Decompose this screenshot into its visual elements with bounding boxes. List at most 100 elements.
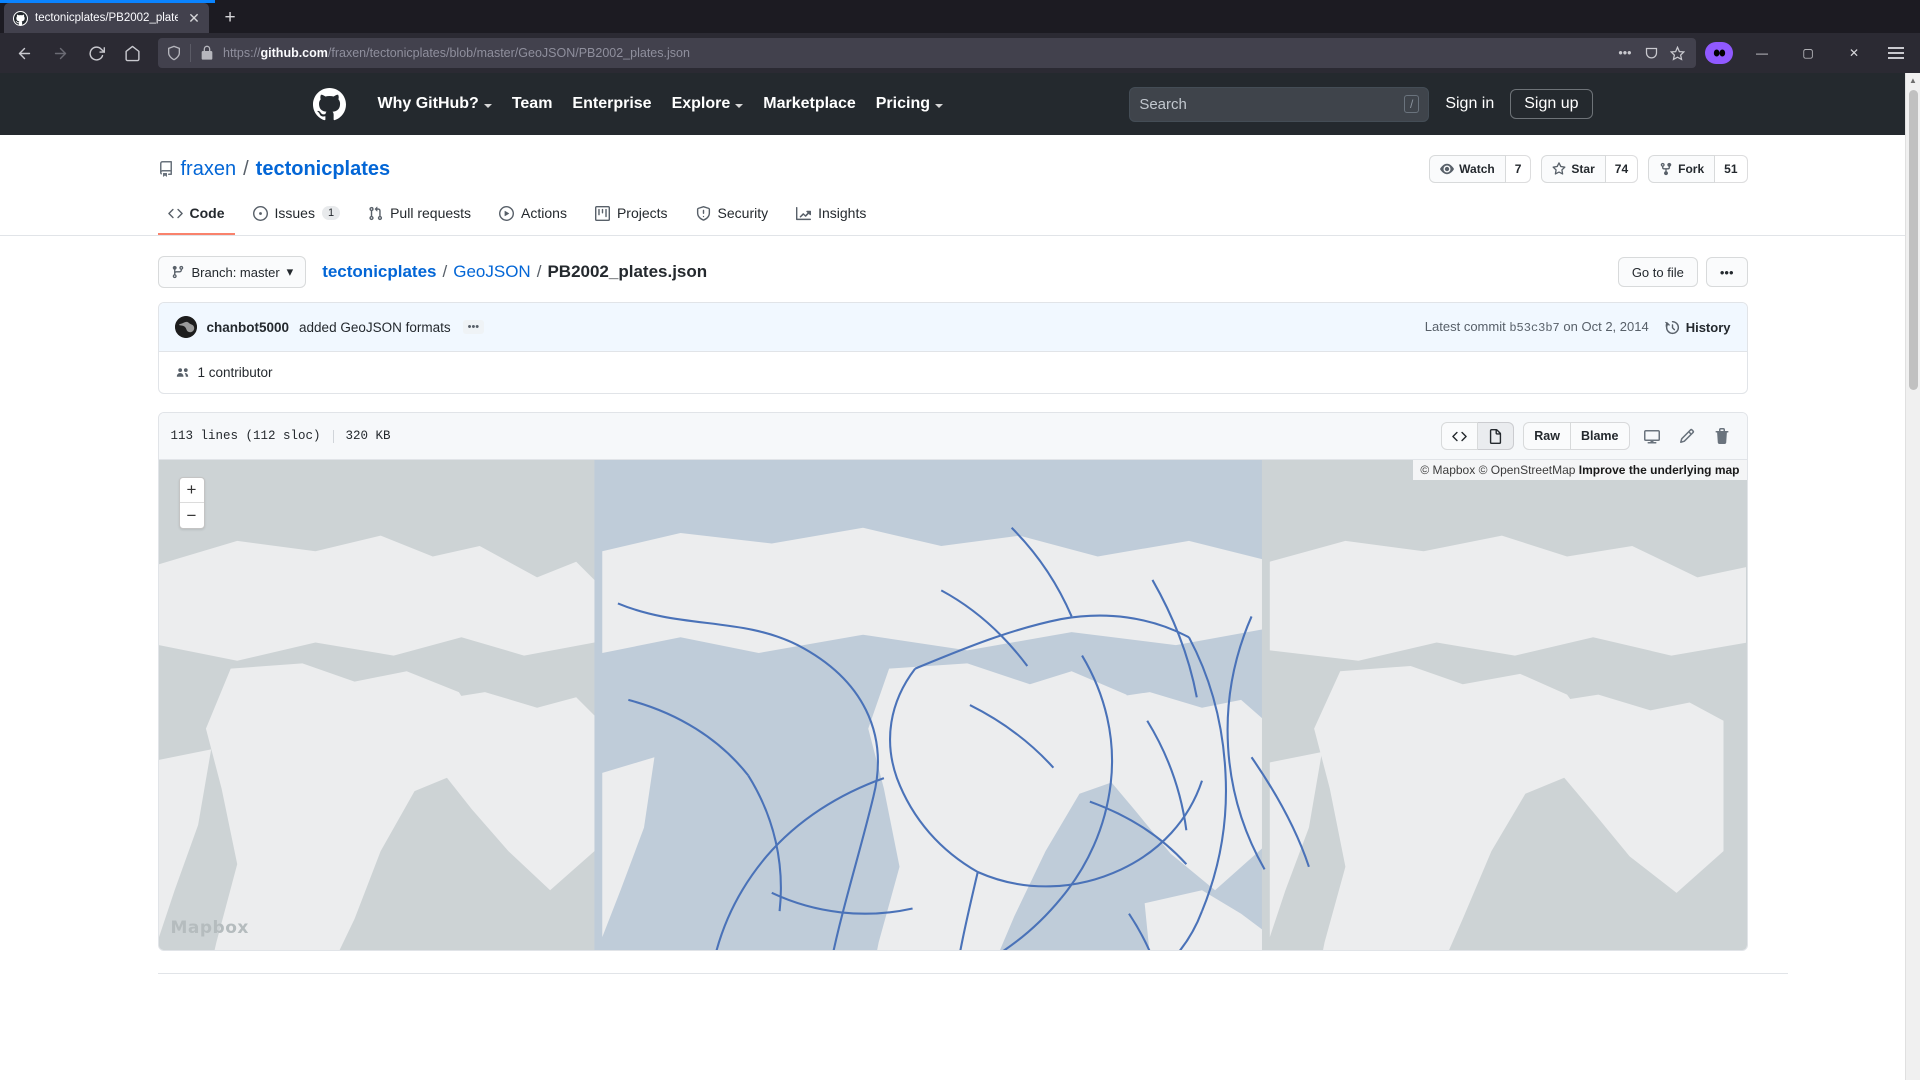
map-zoom-controls[interactable]: + − [179,477,205,529]
file-content-area: Branch: master ▾ tectonicplates / GeoJSO… [138,236,1768,974]
scrollbar-thumb[interactable] [1909,90,1918,390]
back-arrow-icon[interactable] [7,37,41,69]
tab-insights[interactable]: Insights [786,197,876,235]
nav-label: Team [512,95,553,113]
trash-delete-icon[interactable] [1709,423,1735,449]
window-close-button[interactable]: ✕ [1831,33,1877,73]
avatar[interactable] [175,316,197,338]
breadcrumb-separator: / [443,262,448,282]
improve-map-link[interactable]: Improve the underlying map [1579,463,1740,477]
tab-code[interactable]: Code [158,197,235,235]
repo-nav-tabs: Code Issues 1 Pull requests [158,197,1748,235]
desktop-download-icon[interactable] [1639,423,1665,449]
tab-actions[interactable]: Actions [489,197,577,235]
breadcrumb-separator: / [537,262,542,282]
repo-header: fraxen / tectonicplates Watch 7 [0,135,1905,236]
history-link[interactable]: History [1665,320,1731,335]
latest-commit-box: chanbot5000 added GeoJSON formats ••• La… [158,302,1748,394]
go-to-file-button[interactable]: Go to file [1618,257,1698,287]
repo-name-link[interactable]: tectonicplates [256,158,390,181]
commit-sha[interactable]: b53c3b7 [1509,321,1559,335]
search-input[interactable]: Search / [1129,87,1429,122]
watch-count[interactable]: 7 [1506,155,1532,183]
fork-count[interactable]: 51 [1715,155,1747,183]
view-source-button[interactable] [1441,422,1478,450]
scroll-up-arrow[interactable]: ▲ [1906,73,1920,88]
more-options-button[interactable]: ••• [1706,257,1748,287]
tab-issues[interactable]: Issues 1 [243,197,351,235]
blob-stats: 113 lines (112 sloc) 320 KB [171,429,391,443]
shield-icon[interactable] [166,45,182,61]
tab-label: Insights [818,205,866,221]
project-icon [595,206,610,221]
commit-author[interactable]: chanbot5000 [207,320,290,335]
commit-message[interactable]: added GeoJSON formats [299,320,451,335]
blame-button[interactable]: Blame [1571,422,1630,450]
file-nav-actions: Go to file ••• [1618,257,1748,287]
breadcrumb-file: PB2002_plates.json [547,262,707,282]
nav-team[interactable]: Team [512,95,553,113]
watch-button[interactable]: Watch [1429,155,1506,183]
tab-pull-requests[interactable]: Pull requests [358,197,481,235]
map-zoom-out-button[interactable]: − [180,503,204,528]
more-options-icon[interactable]: ••• [1614,42,1636,64]
tab-label: Projects [617,205,668,221]
branch-selector-button[interactable]: Branch: master ▾ [158,256,307,288]
sign-up-button[interactable]: Sign up [1510,89,1592,119]
menu-hamburger-icon[interactable] [1879,37,1913,69]
url-text[interactable]: https://github.com/fraxen/tectonicplates… [223,46,1606,60]
firefox-account-avatar[interactable] [1705,42,1733,64]
repo-owner-link[interactable]: fraxen [181,158,237,181]
tab-projects[interactable]: Projects [585,197,678,235]
fork-button[interactable]: Fork [1648,155,1715,183]
people-icon [175,365,190,380]
breadcrumb-repo[interactable]: tectonicplates [322,262,436,282]
star-icon [1552,162,1566,176]
view-preview-button[interactable] [1478,422,1514,450]
geojson-map[interactable]: + − © Mapbox © OpenStreetMap Improve the… [159,460,1747,950]
sign-in-link[interactable]: Sign in [1445,95,1494,113]
window-controls: — ▢ ✕ [1739,33,1877,73]
reload-icon[interactable] [79,37,113,69]
new-tab-button[interactable]: + [215,3,245,33]
breadcrumb-folder[interactable]: GeoJSON [453,262,530,282]
watch-label: Watch [1459,162,1495,176]
page-scrollbar[interactable]: ▲ [1905,73,1920,1080]
nav-label: Pricing [876,95,930,113]
latest-commit-label: Latest commit [1425,319,1506,334]
divider [190,44,191,62]
watch-button-group[interactable]: Watch 7 [1429,155,1531,183]
tab-security[interactable]: Security [686,197,779,235]
map-canvas[interactable] [159,460,1747,950]
star-button-group[interactable]: Star 74 [1541,155,1638,183]
maximize-button[interactable]: ▢ [1785,33,1831,73]
star-label: Star [1571,162,1594,176]
github-mark-icon[interactable] [313,88,346,121]
page-divider [158,973,1788,974]
mapbox-attribution[interactable]: © Mapbox [1420,463,1475,477]
file-blob-box: 113 lines (112 sloc) 320 KB [158,412,1748,951]
save-to-pocket-icon[interactable] [1640,42,1662,64]
nav-enterprise[interactable]: Enterprise [572,95,651,113]
minimize-button[interactable]: — [1739,33,1785,73]
home-icon[interactable] [115,37,149,69]
repo-icon [158,161,174,177]
contributors-row[interactable]: 1 contributor [159,352,1747,393]
pencil-edit-icon[interactable] [1674,423,1700,449]
map-zoom-in-button[interactable]: + [180,478,204,503]
browser-tab[interactable]: tectonicplates/PB2002_plates.js ✕ [4,3,209,33]
nav-pricing[interactable]: Pricing [876,95,943,113]
star-count[interactable]: 74 [1606,155,1638,183]
address-bar[interactable]: https://github.com/fraxen/tectonicplates… [158,38,1696,68]
bookmark-star-icon[interactable] [1666,42,1688,64]
commit-expand-button[interactable]: ••• [463,320,485,334]
raw-button[interactable]: Raw [1523,422,1571,450]
star-button[interactable]: Star [1541,155,1605,183]
nav-why-github[interactable]: Why GitHub? [378,95,492,113]
git-pull-request-icon [368,206,383,221]
nav-explore[interactable]: Explore [672,95,744,113]
nav-marketplace[interactable]: Marketplace [763,95,856,113]
close-icon[interactable]: ✕ [185,9,203,27]
osm-attribution[interactable]: © OpenStreetMap [1479,463,1576,477]
fork-button-group[interactable]: Fork 51 [1648,155,1747,183]
